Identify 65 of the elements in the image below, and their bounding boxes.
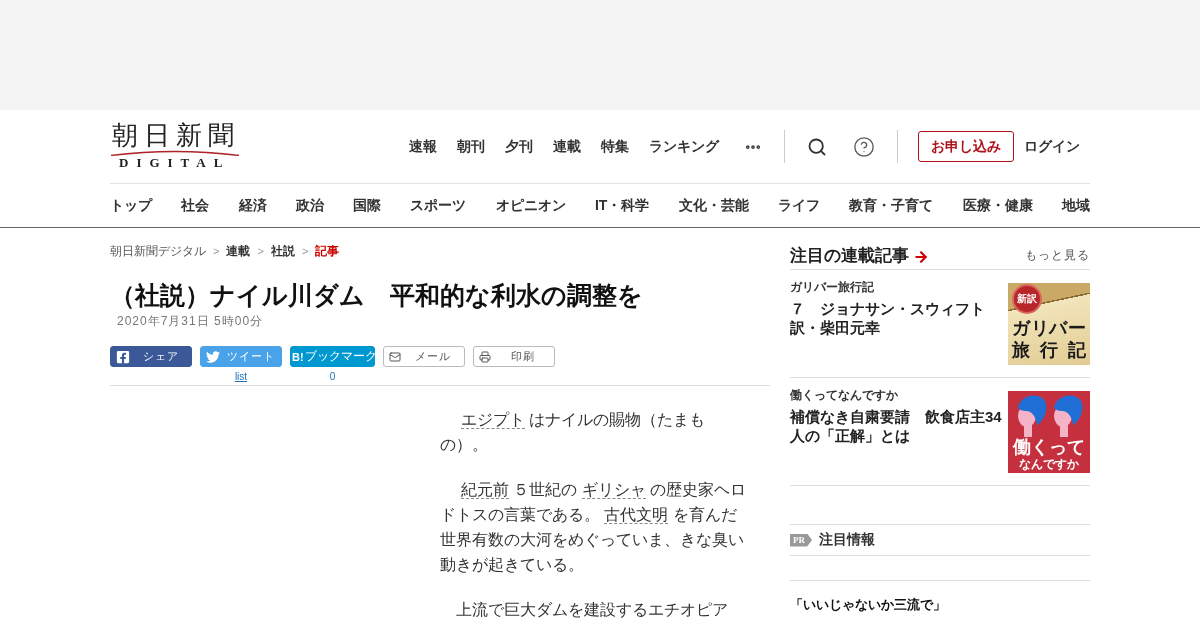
- breadcrumb-separator: >: [301, 244, 309, 259]
- more-link[interactable]: もっと見る: [1025, 247, 1090, 264]
- help-icon[interactable]: [853, 135, 875, 158]
- login-link[interactable]: ログイン: [1024, 137, 1080, 156]
- article-link[interactable]: ７ ジョナサン・スウィフト 訳・柴田元幸: [790, 299, 1006, 337]
- banner-title: ガリバー: [1012, 317, 1086, 339]
- article-link[interactable]: 補償なき自粛要請 飲食店主34 人の「正解」とは: [790, 407, 1006, 445]
- publish-date: 2020年7月31日 5時00分: [117, 313, 265, 329]
- twitter-icon: [206, 349, 220, 364]
- keyword-link[interactable]: 古代文明: [604, 506, 669, 524]
- article-title: （社説）ナイル川ダム 平和的な利水の調整を: [110, 280, 644, 311]
- section-title: 注目情報: [819, 531, 875, 549]
- article-paragraph: エジプト はナイルの賜物（たまもの）。: [440, 410, 707, 455]
- category-link[interactable]: オピニオン: [495, 196, 566, 215]
- article-paragraph: 紀元前 ５世紀の ギリシャ の歴史家ヘロドトスの言葉である。 古代文明 を育んだ世界有数の大河をめぐっていま、きな臭い動きが起きている。: [440, 480, 748, 575]
- breadcrumb-separator: >: [213, 244, 220, 259]
- nav-link[interactable]: ランキング: [649, 137, 719, 156]
- category-link[interactable]: 文化・芸能: [678, 196, 749, 215]
- keyword-link[interactable]: 紀元前: [461, 481, 509, 499]
- category-link[interactable]: 国際: [353, 196, 382, 215]
- mail-icon: [389, 350, 401, 363]
- banner-title: なんですか: [1018, 457, 1080, 472]
- nav-link[interactable]: 速報: [409, 137, 437, 156]
- category-link[interactable]: 経済: [238, 196, 267, 215]
- series-label: ガリバー旅行記: [790, 280, 875, 295]
- swoosh-icon: [110, 149, 240, 156]
- category-link[interactable]: ライフ: [778, 196, 820, 215]
- nav-link[interactable]: 連載: [553, 137, 581, 156]
- logo-subtitle: DIGITAL: [118, 155, 231, 170]
- category-link[interactable]: 政治: [295, 196, 324, 215]
- nav-link[interactable]: 特集: [601, 137, 629, 156]
- article-paragraph: 上流で巨大ダムを建設するエチオピア: [455, 600, 729, 620]
- category-link[interactable]: スポーツ: [410, 196, 467, 215]
- keyword-link[interactable]: エジプト: [461, 411, 525, 429]
- category-link[interactable]: トップ: [110, 196, 152, 215]
- breadcrumb-current[interactable]: 記事: [315, 243, 340, 259]
- nav-link[interactable]: 夕刊: [505, 137, 533, 156]
- banner-title: 旅行記: [1012, 339, 1086, 361]
- tweet-list-link[interactable]: list: [234, 371, 248, 382]
- breadcrumb-link[interactable]: 社説: [270, 243, 295, 259]
- facebook-icon: [116, 349, 130, 364]
- pr-badge: PR: [790, 533, 812, 547]
- seal-badge: 新訳: [1012, 284, 1042, 314]
- logo-wordmark[interactable]: 朝日新聞: [110, 121, 240, 150]
- category-link[interactable]: IT・科学: [594, 196, 650, 215]
- bookmark-count: 0: [329, 371, 336, 382]
- search-icon[interactable]: [807, 136, 827, 157]
- share-button[interactable]: シェア: [110, 346, 192, 367]
- print-button[interactable]: 印刷: [473, 346, 555, 367]
- breadcrumb-link[interactable]: 朝日新聞デジタル: [110, 243, 206, 259]
- subscribe-button[interactable]: お申し込み: [918, 131, 1014, 162]
- mail-button[interactable]: メール: [383, 346, 465, 367]
- category-link[interactable]: 社会: [181, 196, 210, 215]
- category-link[interactable]: 教育・子育て: [849, 196, 934, 215]
- nav-link[interactable]: 朝刊: [457, 137, 485, 156]
- feature-link[interactable]: 「いいじゃないか三流で」: [790, 596, 1090, 614]
- breadcrumb-separator: >: [257, 244, 264, 259]
- section-title: 注目の連載記事: [790, 245, 909, 267]
- breadcrumb-link[interactable]: 連載: [226, 243, 251, 259]
- keyword-link[interactable]: ギリシャ: [581, 481, 646, 499]
- category-link[interactable]: 医療・健康: [962, 196, 1033, 215]
- printer-icon: [479, 350, 491, 363]
- category-link[interactable]: 地域: [1061, 196, 1090, 215]
- banner-title: 働くって: [1011, 437, 1086, 457]
- series-label: 働くってなんですか: [790, 388, 899, 403]
